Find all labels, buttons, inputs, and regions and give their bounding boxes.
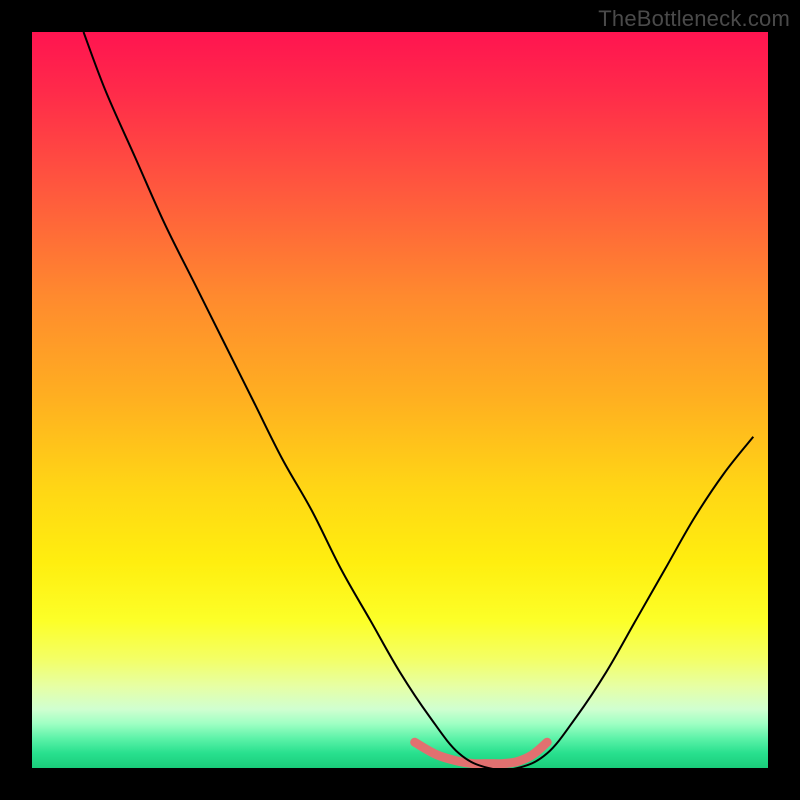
plot-area xyxy=(32,32,768,768)
chart-frame: TheBottleneck.com xyxy=(0,0,800,800)
series-bottom-highlight xyxy=(415,742,547,764)
watermark-text: TheBottleneck.com xyxy=(598,6,790,32)
curve-layer xyxy=(32,32,768,768)
series-curve xyxy=(84,32,754,768)
